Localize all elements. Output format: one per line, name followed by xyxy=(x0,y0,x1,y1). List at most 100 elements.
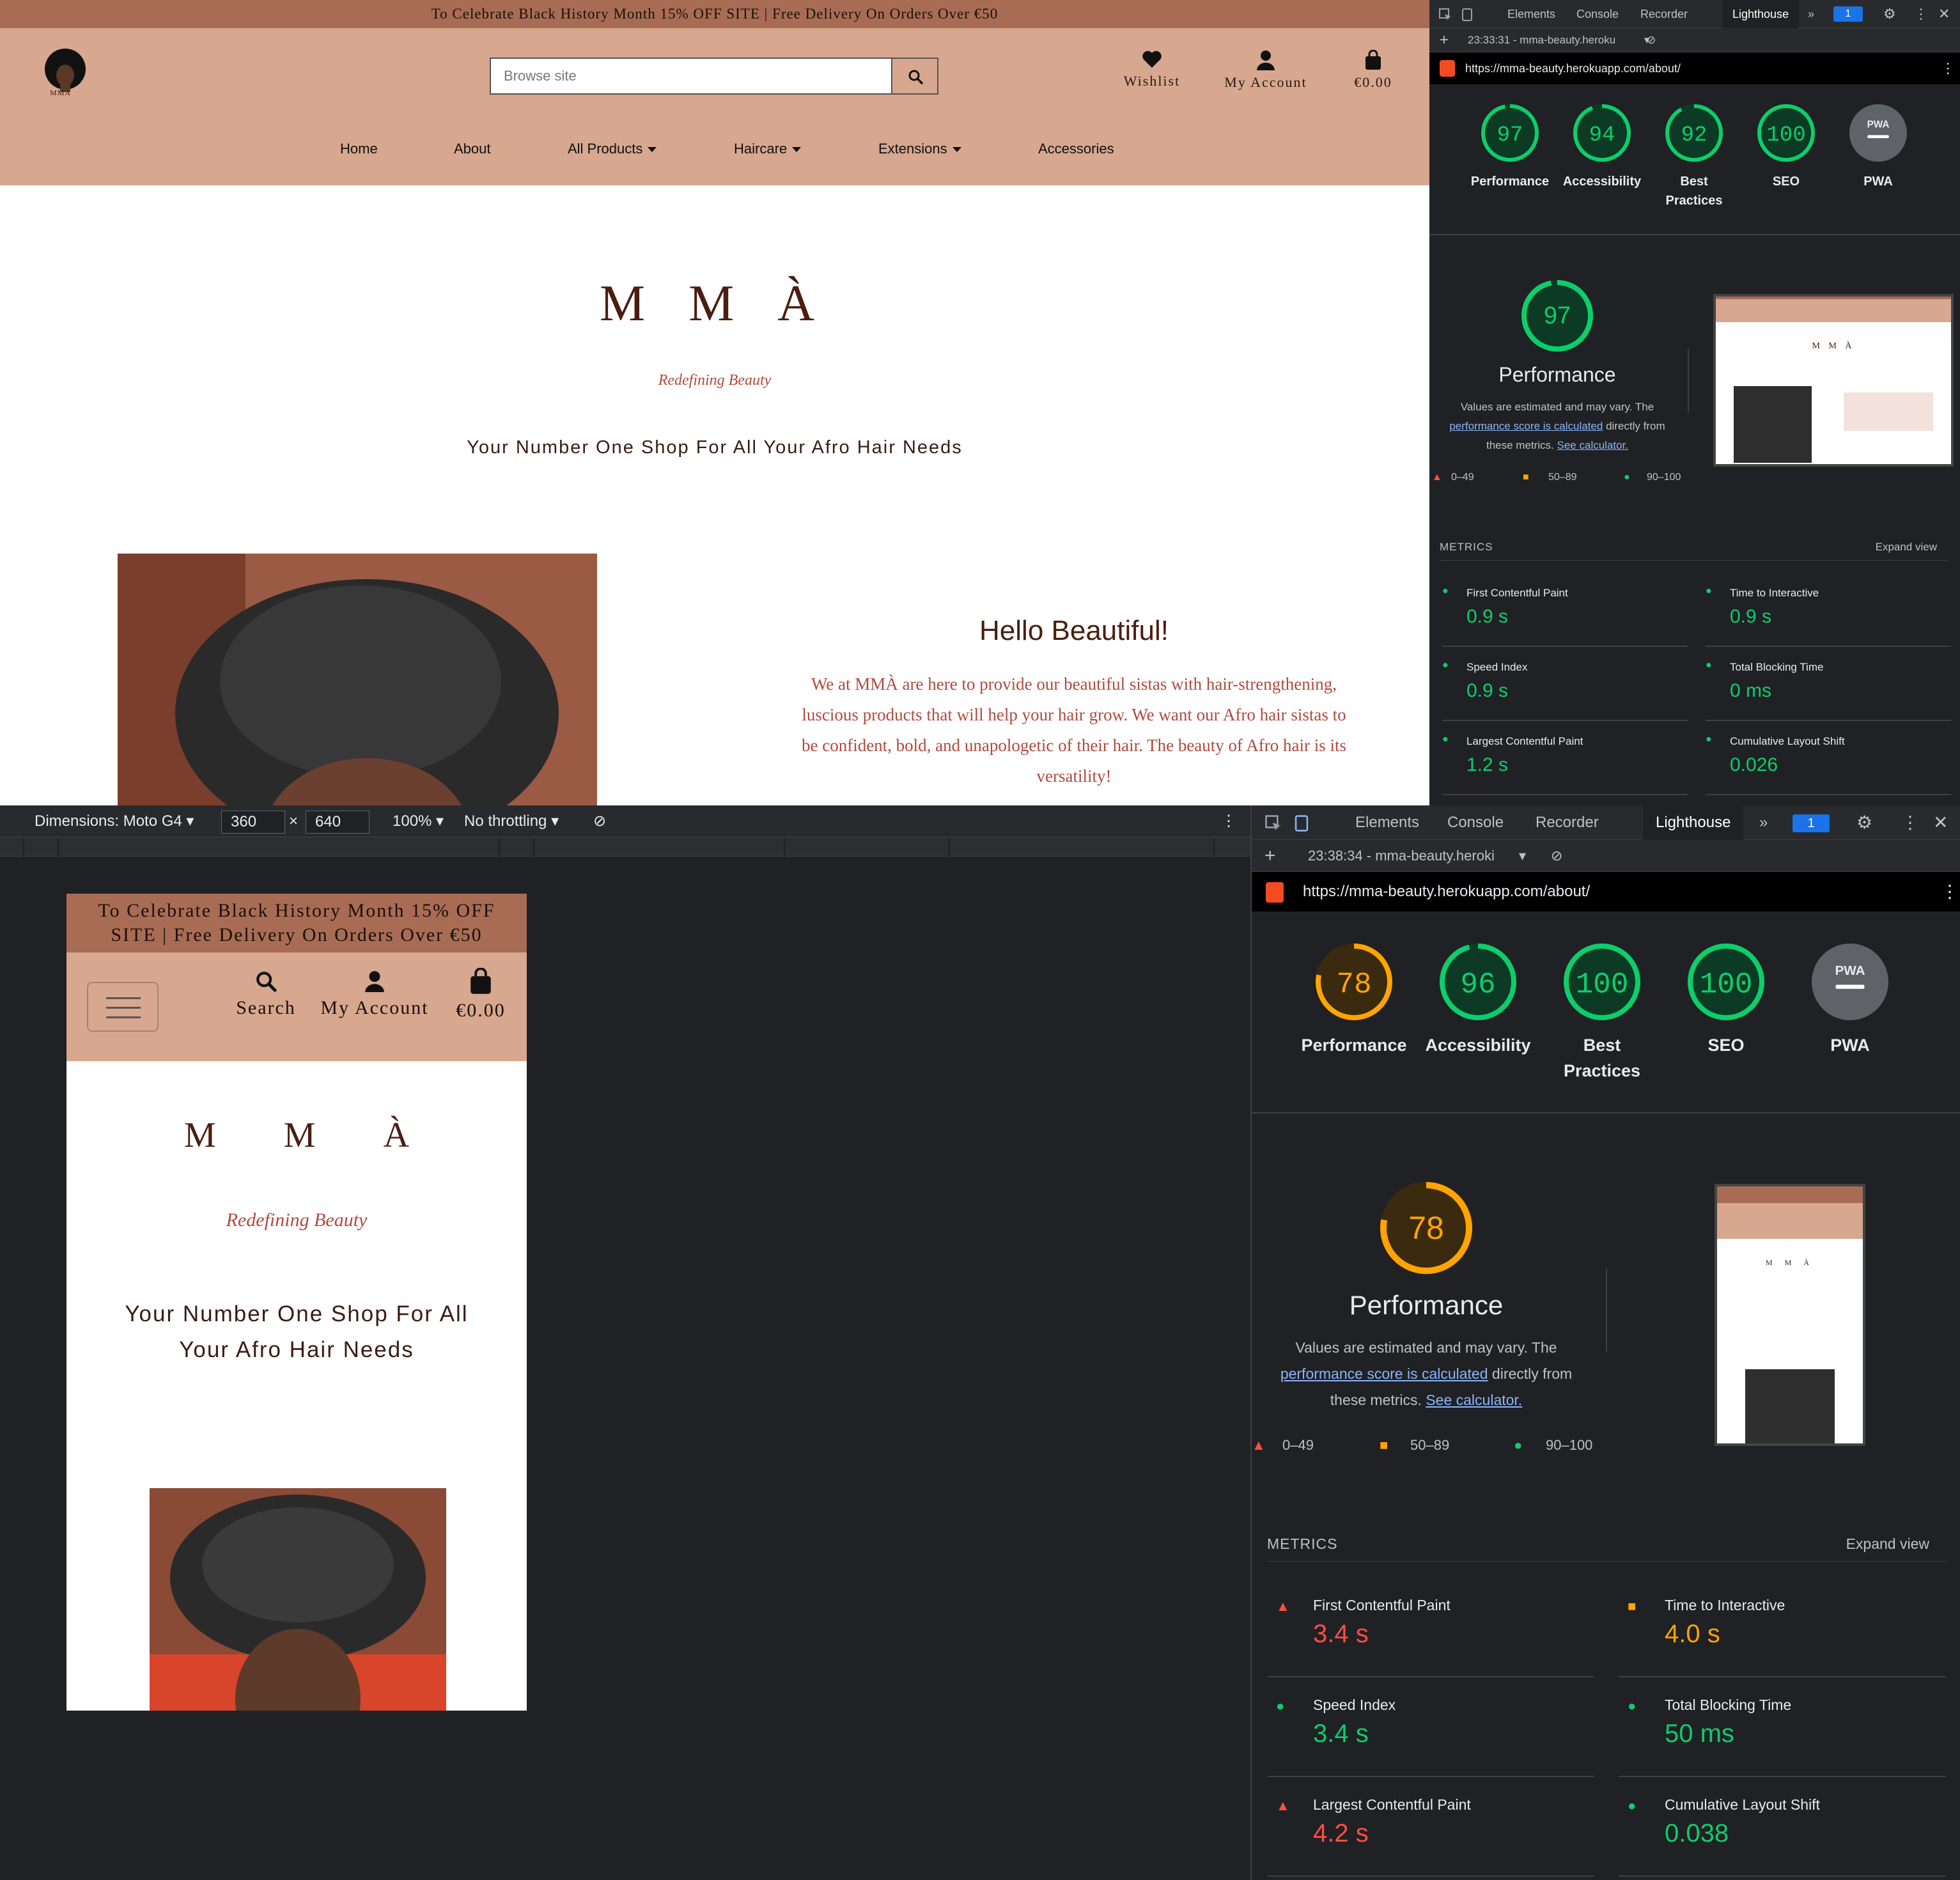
tab-recorder[interactable]: Recorder xyxy=(1640,0,1688,28)
metrics-title: METRICS xyxy=(1267,1535,1338,1552)
expand-view-link[interactable]: Expand view xyxy=(1846,1535,1929,1553)
thumb-photo xyxy=(1745,1369,1835,1443)
gear-icon[interactable]: ⚙ xyxy=(1883,0,1896,28)
metric-name: Cumulative Layout Shift xyxy=(1665,1796,1820,1813)
media-query-ruler[interactable] xyxy=(0,837,1250,857)
see-calculator-link[interactable]: See calculator. xyxy=(1426,1392,1522,1408)
inspect-icon[interactable] xyxy=(1264,814,1282,832)
audited-url[interactable]: https://mma-beauty.herokuapp.com/about/ xyxy=(1465,52,1681,84)
user-icon xyxy=(1257,50,1275,70)
promo-banner: To Celebrate Black History Month 15% OFF… xyxy=(0,0,1429,28)
nav-extensions[interactable]: Extensions xyxy=(878,141,961,157)
gauge-label: PWA xyxy=(1863,175,1893,189)
score-gauge-pwa[interactable]: PWA PWA xyxy=(1812,944,1888,1055)
mobile-site-viewport: To Celebrate Black History Month 15% OFF… xyxy=(66,894,527,1711)
metric-largest-contentful-paint: ▲ Largest Contentful Paint 4.2 s xyxy=(1267,1777,1594,1877)
device-toggle-icon[interactable] xyxy=(1460,8,1474,22)
kebab-menu-icon[interactable]: ⋮ xyxy=(1941,52,1955,84)
gauge-label: Performance xyxy=(1471,175,1549,189)
mobile-brand-tagline: Redefining Beauty xyxy=(226,1209,368,1231)
mobile-bag-link[interactable]: €0.00 xyxy=(442,967,519,1022)
mobile-promo-banner: To Celebrate Black History Month 15% OFF… xyxy=(66,894,527,952)
chevron-down-icon[interactable]: ▾ xyxy=(1519,840,1526,872)
score-gauge-accessibility[interactable]: 94 Accessibility xyxy=(1563,104,1642,189)
rotate-icon[interactable]: ⊘ xyxy=(593,805,606,837)
height-input[interactable]: 640 xyxy=(306,811,369,834)
search-button[interactable] xyxy=(891,58,938,95)
report-selector[interactable]: 23:33:31 - mma-beauty.heroku xyxy=(1468,28,1615,52)
nav-all-products[interactable]: All Products xyxy=(568,141,657,157)
new-report-icon[interactable]: + xyxy=(1440,28,1449,52)
metric-name: Time to Interactive xyxy=(1730,587,1819,599)
mobile-search-link[interactable]: Search xyxy=(228,970,304,1019)
metric-value: 0.9 s xyxy=(1466,680,1509,701)
close-icon[interactable]: ✕ xyxy=(1938,0,1950,28)
inspect-icon[interactable] xyxy=(1438,8,1452,22)
site-logo[interactable]: MMA xyxy=(38,47,92,101)
metric-value: 4.2 s xyxy=(1313,1819,1369,1847)
performance-big-gauge: 97 xyxy=(1521,280,1593,352)
performance-note-text: Values are estimated and may vary. The xyxy=(1460,401,1654,413)
account-link[interactable]: My Account xyxy=(1215,50,1317,91)
nav-haircare[interactable]: Haircare xyxy=(734,141,802,157)
clear-report-icon[interactable]: ⊘ xyxy=(1647,28,1656,52)
devtools-tabbar: Elements Console Recorder Lighthouse » 1… xyxy=(1429,0,1960,28)
clear-report-icon[interactable]: ⊘ xyxy=(1551,840,1562,872)
search-input[interactable]: Browse site xyxy=(490,58,892,95)
score-legend: ▲ 0–49 ■ 50–89 ● 90–100 xyxy=(1429,472,1698,487)
kebab-menu-icon[interactable]: ⋮ xyxy=(1901,805,1919,840)
tab-elements[interactable]: Elements xyxy=(1507,0,1555,28)
tab-console[interactable]: Console xyxy=(1447,805,1504,840)
performance-big-score: 97 xyxy=(1544,302,1571,329)
zoom-dropdown[interactable]: 100% ▾ xyxy=(393,805,444,837)
issues-badge[interactable]: 1 xyxy=(1833,6,1863,22)
new-report-icon[interactable]: + xyxy=(1264,840,1276,872)
width-input[interactable]: 360 xyxy=(221,811,285,834)
circle-green-icon: ● xyxy=(1706,586,1712,596)
device-dropdown[interactable]: Dimensions: Moto G4 ▾ xyxy=(35,805,194,837)
bag-link[interactable]: €0.00 xyxy=(1341,49,1405,91)
metric-name: Cumulative Layout Shift xyxy=(1730,735,1845,747)
hamburger-button[interactable] xyxy=(87,982,159,1032)
issues-badge[interactable]: 1 xyxy=(1793,814,1830,832)
tab-elements[interactable]: Elements xyxy=(1355,805,1419,840)
thumb-promo xyxy=(1716,297,1951,299)
tab-lighthouse[interactable]: Lighthouse xyxy=(1722,0,1800,28)
report-selector[interactable]: 23:38:34 - mma-beauty.heroki xyxy=(1308,840,1495,872)
kebab-menu-icon[interactable]: ⋮ xyxy=(1914,0,1928,28)
score-gauge-accessibility[interactable]: 96 Accessibility xyxy=(1425,944,1531,1055)
kebab-menu-icon[interactable]: ⋮ xyxy=(1941,872,1959,912)
more-tabs-icon[interactable]: » xyxy=(1808,0,1814,28)
device-toggle-icon[interactable] xyxy=(1293,814,1311,832)
score-gauge-performance[interactable]: 97 Performance xyxy=(1471,104,1549,189)
ruler-tick xyxy=(784,837,785,857)
ruler-tick xyxy=(499,837,500,857)
more-tabs-icon[interactable]: » xyxy=(1759,805,1768,840)
gear-icon[interactable]: ⚙ xyxy=(1856,805,1872,840)
tab-recorder[interactable]: Recorder xyxy=(1536,805,1599,840)
caret-down-icon xyxy=(648,147,657,153)
score-gauge-best-practices[interactable]: 100 Best Practices xyxy=(1564,944,1640,1080)
nav-home[interactable]: Home xyxy=(340,141,378,157)
wishlist-link[interactable]: Wishlist xyxy=(1114,50,1190,89)
mobile-account-link[interactable]: My Account xyxy=(312,970,437,1019)
metric-name: First Contentful Paint xyxy=(1313,1597,1451,1613)
nav-about[interactable]: About xyxy=(454,141,491,157)
score-gauge-best-practices[interactable]: 92 Best Practices xyxy=(1665,104,1723,208)
expand-view-link[interactable]: Expand view xyxy=(1876,541,1937,554)
see-calculator-link[interactable]: See calculator. xyxy=(1557,439,1629,451)
score-gauge-seo[interactable]: 100 SEO xyxy=(1757,104,1815,189)
throttle-dropdown[interactable]: No throttling ▾ xyxy=(464,805,559,837)
close-icon[interactable]: ✕ xyxy=(1933,805,1948,840)
audited-url[interactable]: https://mma-beauty.herokuapp.com/about/ xyxy=(1303,872,1590,912)
score-calc-link[interactable]: performance score is calculated xyxy=(1280,1365,1488,1382)
gauge-score: 78 xyxy=(1336,968,1371,1002)
score-gauge-seo[interactable]: 100 SEO xyxy=(1688,944,1764,1055)
kebab-menu-icon[interactable]: ⋮ xyxy=(1221,805,1236,837)
nav-accessories[interactable]: Accessories xyxy=(1038,141,1114,157)
score-gauge-pwa[interactable]: PWA PWA xyxy=(1849,104,1907,189)
score-calc-link[interactable]: performance score is calculated xyxy=(1449,420,1603,432)
tab-lighthouse[interactable]: Lighthouse xyxy=(1643,805,1744,840)
score-gauge-performance[interactable]: 78 Performance xyxy=(1301,944,1407,1055)
tab-console[interactable]: Console xyxy=(1576,0,1619,28)
